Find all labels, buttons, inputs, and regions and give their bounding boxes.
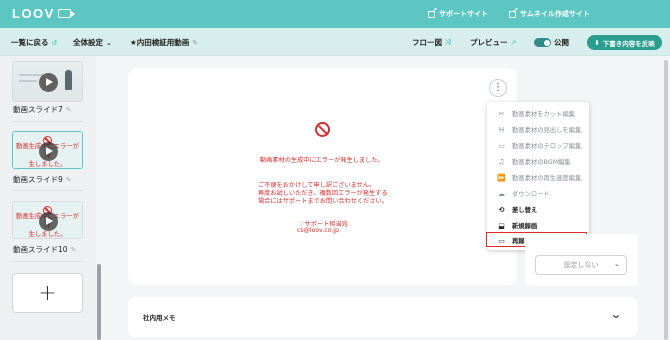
menu-item-speed-edit: ⏩ 動画素材の再生速度編集	[497, 173, 582, 183]
error-title: 動画素材の生成中にエラーが発生しました。	[260, 157, 384, 164]
chevron-down-icon[interactable]: ⌄	[609, 307, 622, 321]
new-record-icon: ⬓	[498, 221, 505, 230]
chevron-down-icon: ⌄	[614, 260, 620, 268]
download-arrow-icon: ⬇	[594, 38, 600, 47]
editor-toolbar: 一覧に戻る ↺ 全体設定 ⌄ ★内田検証用動画 ✎ フロー図 ⤨ プレビュー ↗…	[0, 28, 670, 56]
more-options-button[interactable]: ⋮	[489, 79, 507, 97]
slide-preview-card	[128, 68, 517, 285]
prohibited-icon	[315, 122, 330, 137]
internal-memo-card[interactable]	[128, 297, 638, 337]
menu-item-download: ☁ ダウンロード	[498, 189, 550, 199]
support-email[interactable]: cs@loov.co.jp	[297, 227, 339, 234]
toggle-switch[interactable]	[534, 38, 551, 47]
flow-chart-button[interactable]: フロー図 ⤨	[412, 37, 451, 48]
preview-button[interactable]: プレビュー ↗	[470, 37, 516, 48]
top-bar: LOOV サポートサイト サムネイル作成サイト	[0, 0, 670, 28]
menu-item-bgm-edit: ♫ 動画素材のBGM編集	[498, 157, 571, 167]
scissors-icon: ✂	[498, 109, 505, 118]
slide-thumbnail-10[interactable]: 動画生成中にエラーが発生しました。	[12, 201, 83, 239]
add-slide-button[interactable]: +	[12, 273, 83, 313]
play-icon[interactable]	[39, 212, 58, 231]
play-icon[interactable]	[39, 73, 58, 92]
menu-item-caption-edit: ▭ 動画素材のテロップ編集	[498, 141, 582, 151]
sidebar-scrollbar[interactable]	[97, 264, 101, 340]
swap-icon: ⟲	[498, 205, 505, 214]
presenter-figure	[65, 70, 72, 90]
caption-icon: ▭	[498, 141, 505, 150]
play-icon[interactable]	[39, 142, 58, 161]
speed-icon: ⏩	[497, 173, 506, 182]
thumbnail-site-link[interactable]: サムネイル作成サイト	[509, 7, 590, 19]
slide-thumbnail-9[interactable]: 動画生成中にエラーが発生しました。	[12, 131, 83, 169]
kebab-menu-icon: ⋮	[493, 82, 503, 93]
chevron-down-icon: ⌄	[106, 38, 112, 47]
video-title[interactable]: ★内田検証用動画 ✎	[130, 37, 198, 48]
loov-logo[interactable]: LOOV	[12, 6, 75, 21]
pencil-icon[interactable]: ✎	[192, 39, 198, 47]
heading-icon: H	[498, 125, 505, 134]
menu-item-new-recording[interactable]: ⬓ 新規録画	[487, 218, 589, 233]
slide-label-9: 動画スライド9 ✎	[13, 175, 72, 184]
main-scrollbar[interactable]	[664, 60, 668, 340]
memo-label: 社内用メモ	[143, 314, 176, 322]
pencil-icon[interactable]: ✎	[66, 176, 72, 184]
back-to-list-button[interactable]: 一覧に戻る ↺	[11, 37, 57, 48]
menu-item-cut-edit: ✂ 動画素材をカット編集	[498, 109, 575, 119]
menu-item-heading-edit: H 動画素材の見出しを編集	[498, 125, 582, 135]
music-icon: ♫	[498, 157, 505, 166]
slide-label-7: 動画スライド7 ✎	[13, 105, 72, 114]
reflect-draft-button[interactable]: ⬇ 下書き内容を反映	[587, 35, 662, 50]
logo-camera-icon	[57, 9, 75, 18]
support-site-link[interactable]: サポートサイト	[428, 7, 488, 19]
pencil-icon[interactable]: ✎	[71, 246, 77, 254]
shuffle-icon: ⤨	[445, 38, 451, 46]
external-link-icon	[509, 7, 518, 18]
pencil-icon[interactable]: ✎	[66, 106, 72, 114]
slide-label-10: 動画スライド10 ✎	[13, 245, 77, 254]
cloud-download-icon: ☁	[498, 189, 505, 198]
menu-item-replace[interactable]: ⟲ 差し替え	[487, 202, 589, 217]
external-link-icon: ↗	[510, 38, 517, 47]
global-settings-dropdown[interactable]: 全体設定 ⌄	[73, 37, 112, 48]
slide-thumbnail-7[interactable]	[12, 61, 83, 102]
external-link-icon	[428, 7, 437, 18]
slide-options-menu: ✂ 動画素材をカット編集 H 動画素材の見出しを編集 ▭ 動画素材のテロップ編集 ♫ 動…	[487, 102, 589, 250]
undo-icon: ↺	[51, 38, 58, 47]
error-message-line: 場合にはサポートまでお問い合わせください。	[258, 198, 388, 205]
publish-toggle[interactable]: 公開	[534, 37, 569, 48]
